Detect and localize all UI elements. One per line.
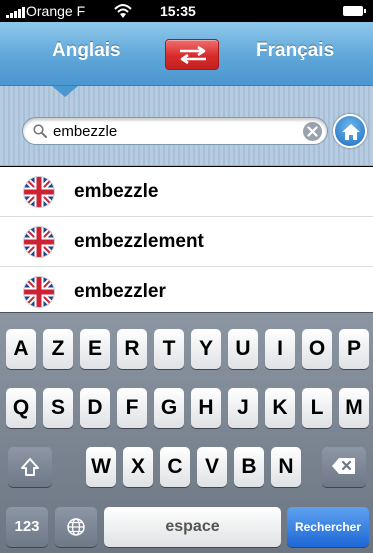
key-x[interactable]: X — [123, 447, 153, 487]
key-s[interactable]: S — [43, 388, 73, 428]
key-v[interactable]: V — [197, 447, 227, 487]
key-k[interactable]: K — [265, 388, 295, 428]
key-l[interactable]: L — [302, 388, 332, 428]
clear-search-button[interactable] — [303, 122, 322, 141]
swap-arrows-icon — [180, 46, 206, 64]
wifi-icon — [114, 4, 132, 18]
key-i[interactable]: I — [265, 329, 295, 369]
key-w[interactable]: W — [86, 447, 116, 487]
numbers-key[interactable]: 123 — [6, 507, 48, 547]
backspace-key[interactable] — [322, 447, 366, 487]
key-b[interactable]: B — [234, 447, 264, 487]
uk-flag-icon — [23, 176, 55, 208]
target-language-button[interactable]: Français — [256, 40, 334, 62]
result-word: embezzler — [74, 281, 166, 302]
key-m[interactable]: M — [339, 388, 369, 428]
search-key[interactable]: Rechercher — [287, 507, 369, 547]
backspace-icon — [332, 458, 355, 474]
key-p[interactable]: P — [339, 329, 369, 369]
carrier-name: Orange F — [26, 3, 86, 19]
clock: 15:35 — [160, 3, 196, 19]
results-list: embezzle embezzlement embezzler — [0, 167, 373, 312]
key-a[interactable]: A — [6, 329, 36, 369]
key-e[interactable]: E — [80, 329, 110, 369]
key-g[interactable]: G — [154, 388, 184, 428]
key-f[interactable]: F — [117, 388, 147, 428]
active-language-pointer — [52, 86, 78, 97]
home-icon — [342, 124, 360, 140]
keyboard: A Z E R T Y U I O P Q S D F G H J K L M … — [0, 312, 373, 553]
status-bar: Orange F 15:35 — [0, 0, 373, 22]
key-j[interactable]: J — [228, 388, 258, 428]
key-r[interactable]: R — [117, 329, 147, 369]
globe-key[interactable] — [55, 507, 97, 547]
search-area — [0, 86, 373, 166]
key-d[interactable]: D — [80, 388, 110, 428]
result-word: embezzlement — [74, 231, 204, 252]
close-icon — [307, 126, 318, 137]
home-button[interactable] — [333, 114, 367, 148]
search-box[interactable] — [22, 117, 328, 145]
space-key[interactable]: espace — [104, 507, 281, 547]
key-n[interactable]: N — [271, 447, 301, 487]
search-icon — [33, 124, 47, 138]
uk-flag-icon — [23, 226, 55, 258]
list-item[interactable]: embezzle — [0, 167, 373, 217]
list-item[interactable]: embezzlement — [0, 217, 373, 267]
signal-strength-icon — [6, 6, 26, 18]
key-h[interactable]: H — [191, 388, 221, 428]
result-word: embezzle — [74, 181, 159, 202]
key-t[interactable]: T — [154, 329, 184, 369]
uk-flag-icon — [23, 276, 55, 308]
source-language-button[interactable]: Anglais — [52, 40, 121, 62]
language-bar: Anglais Français — [0, 22, 373, 86]
battery-icon — [343, 6, 366, 16]
shift-key[interactable] — [8, 447, 52, 487]
list-item[interactable]: embezzler — [0, 267, 373, 312]
key-y[interactable]: Y — [191, 329, 221, 369]
key-c[interactable]: C — [160, 447, 190, 487]
key-z[interactable]: Z — [43, 329, 73, 369]
swap-languages-button[interactable] — [165, 39, 219, 70]
key-q[interactable]: Q — [6, 388, 36, 428]
shift-arrow-icon — [21, 458, 39, 476]
search-input[interactable] — [53, 121, 283, 141]
key-o[interactable]: O — [302, 329, 332, 369]
key-u[interactable]: U — [228, 329, 258, 369]
globe-icon — [67, 518, 85, 536]
